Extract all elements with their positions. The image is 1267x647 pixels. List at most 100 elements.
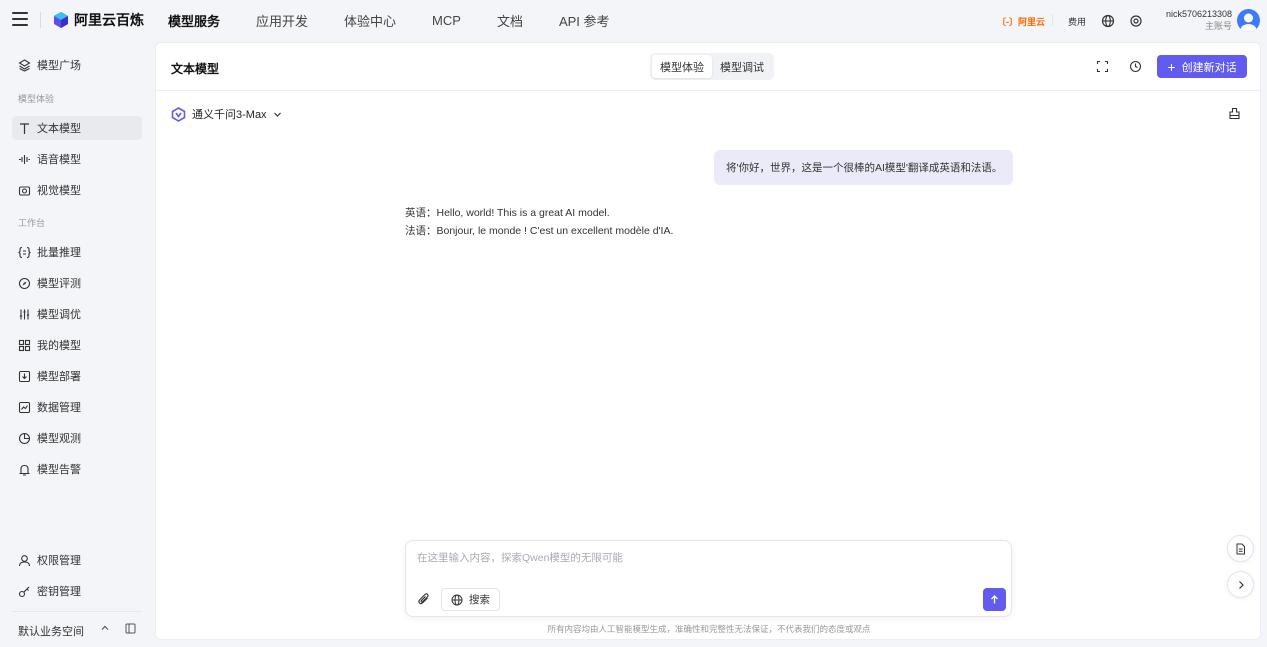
waveform-icon xyxy=(19,154,30,164)
nav-api-reference[interactable]: API 参考 xyxy=(559,11,610,30)
document-icon xyxy=(1236,543,1245,554)
sidebar-item-key-manage[interactable]: 密钥管理 xyxy=(12,579,142,603)
braces-icon xyxy=(18,246,31,258)
section-experience: 模型体验 xyxy=(18,94,55,104)
new-chat-label: 创建新对话 xyxy=(1181,61,1237,74)
sidebar-item-model-eval[interactable]: 模型评测 xyxy=(12,271,142,295)
sidebar-item-label: 模型部署 xyxy=(37,371,81,383)
sidebar-item-label: 视觉模型 xyxy=(37,185,81,197)
avatar[interactable] xyxy=(1237,9,1260,32)
chevron-right-icon xyxy=(1238,580,1244,589)
page-title: 文本模型 xyxy=(171,62,220,76)
main-header: 文本模型 模型体验 模型调试 + 创建新对话 xyxy=(156,43,1260,91)
chevron-down-icon xyxy=(273,112,281,117)
search-label: 搜索 xyxy=(469,594,490,606)
user-name: nick5706213308 xyxy=(1165,9,1232,19)
plus-icon: + xyxy=(1167,58,1176,75)
chat-input[interactable] xyxy=(417,549,997,567)
collapse-sidebar-icon[interactable] xyxy=(125,623,136,634)
arrow-up-icon xyxy=(991,595,998,604)
globe-icon[interactable] xyxy=(1101,14,1115,28)
chat-input-box: 搜索 xyxy=(405,540,1012,617)
camera-icon xyxy=(18,185,31,196)
sidebar-item-label: 模型评测 xyxy=(37,278,81,290)
fullscreen-icon[interactable] xyxy=(1096,60,1109,73)
disclaimer: 所有内容均由人工智能模型生成，准确性和完整性无法保证，不代表我们的态度或观点 xyxy=(547,624,871,634)
chevron-up-icon[interactable] xyxy=(100,623,110,633)
grid-icon xyxy=(18,339,31,351)
nav-model-service[interactable]: 模型服务 xyxy=(168,11,220,30)
main-nav: 模型服务 应用开发 体验中心 MCP 文档 API 参考 xyxy=(168,0,646,41)
reply-line-english: 英语：Hello, world! This is a great AI mode… xyxy=(405,207,610,219)
deploy-icon xyxy=(18,370,31,382)
section-workbench: 工作台 xyxy=(18,218,46,228)
sidebar-item-label: 密钥管理 xyxy=(37,586,81,598)
paperclip-icon[interactable] xyxy=(417,592,431,606)
nav-mcp[interactable]: MCP xyxy=(432,13,461,28)
clear-chat-icon[interactable] xyxy=(1228,107,1241,120)
aliyun-logo[interactable]: 〔-〕阿里云 xyxy=(997,15,1045,28)
sidebar-item-permission[interactable]: 权限管理 xyxy=(12,548,142,572)
globe-icon xyxy=(451,594,463,605)
sidebar-item-my-models[interactable]: 我的模型 xyxy=(12,333,142,357)
sidebar-item-label: 我的模型 xyxy=(37,340,81,352)
model-name: 通义千问3-Max xyxy=(192,109,267,121)
sidebar-item-model-tuning[interactable]: 模型调优 xyxy=(12,302,142,326)
sidebar-item-text-model[interactable]: 文本模型 xyxy=(12,116,142,140)
sliders-icon xyxy=(19,309,30,319)
pie-chart-icon xyxy=(18,432,31,444)
workspace-selector[interactable]: 默认业务空间 xyxy=(18,623,84,639)
sidebar-item-label: 权限管理 xyxy=(37,555,81,567)
sidebar-item-label: 模型广场 xyxy=(37,60,81,72)
sidebar-item-label: 语音模型 xyxy=(37,154,81,166)
nav-app-dev[interactable]: 应用开发 xyxy=(256,11,308,30)
sidebar-item-model-deploy[interactable]: 模型部署 xyxy=(12,364,142,388)
sidebar-item-label: 数据管理 xyxy=(37,402,81,414)
bailian-logo-icon xyxy=(54,12,68,28)
sidebar-divider xyxy=(12,611,142,612)
top-separator xyxy=(1052,14,1053,26)
top-bar: 阿里云百炼 模型服务 应用开发 体验中心 MCP 文档 API 参考 〔-〕阿里… xyxy=(0,0,1267,41)
user-role: 主账号 xyxy=(1204,21,1232,31)
alarm-icon xyxy=(19,464,30,476)
sidebar-item-voice-model[interactable]: 语音模型 xyxy=(12,147,142,171)
history-icon[interactable] xyxy=(1129,60,1142,73)
sidebar-item-data-manage[interactable]: 数据管理 xyxy=(12,395,142,419)
assistant-reply: 英语：Hello, world! This is a great AI mode… xyxy=(405,204,673,240)
tab-model-debug[interactable]: 模型调试 xyxy=(712,55,772,78)
expand-panel-button[interactable] xyxy=(1227,571,1254,598)
user-message: 将'你好，世界，这是一个很棒的AI模型'翻译成英语和法语。 xyxy=(714,150,1013,185)
send-button[interactable] xyxy=(983,588,1006,611)
user-icon xyxy=(18,554,31,566)
brand-name: 阿里云百炼 xyxy=(74,12,144,28)
menu-icon[interactable] xyxy=(12,12,28,26)
compass-icon xyxy=(18,277,31,289)
reply-line-french: 法语：Bonjour, le monde ! C'est un excellen… xyxy=(405,225,674,237)
document-button[interactable] xyxy=(1227,535,1254,562)
sidebar: 模型广场 模型体验 文本模型 语音模型 视觉模型 工作台 批量推理 模型评测 模… xyxy=(0,41,154,647)
qwen-logo-icon xyxy=(171,106,186,122)
model-selector[interactable]: 通义千问3-Max xyxy=(171,106,282,122)
sidebar-item-label: 文本模型 xyxy=(37,123,81,135)
sidebar-item-model-square[interactable]: 模型广场 xyxy=(12,53,142,77)
text-icon xyxy=(20,122,29,134)
tab-model-experience[interactable]: 模型体验 xyxy=(652,55,712,78)
nav-docs[interactable]: 文档 xyxy=(497,11,523,30)
sidebar-item-model-observe[interactable]: 模型观测 xyxy=(12,426,142,450)
model-square-icon xyxy=(18,58,31,72)
new-chat-button[interactable]: + 创建新对话 xyxy=(1157,55,1247,78)
sidebar-item-vision-model[interactable]: 视觉模型 xyxy=(12,178,142,202)
sidebar-item-batch-inference[interactable]: 批量推理 xyxy=(12,240,142,264)
sidebar-item-label: 模型调优 xyxy=(37,309,81,321)
sidebar-item-model-alert[interactable]: 模型告警 xyxy=(12,457,142,481)
mode-tabs: 模型体验 模型调试 xyxy=(650,53,774,80)
nav-experience-center[interactable]: 体验中心 xyxy=(344,11,396,30)
top-divider xyxy=(40,12,41,28)
fee-link[interactable]: 费用 xyxy=(1068,15,1086,28)
user-account[interactable]: nick5706213308 主账号 xyxy=(1164,9,1232,33)
settings-icon[interactable] xyxy=(1129,14,1143,28)
brand-logo[interactable]: 阿里云百炼 xyxy=(52,10,144,30)
web-search-toggle[interactable]: 搜索 xyxy=(441,588,500,611)
chart-line-icon xyxy=(18,401,31,413)
user-avatar-icon xyxy=(1240,13,1257,32)
